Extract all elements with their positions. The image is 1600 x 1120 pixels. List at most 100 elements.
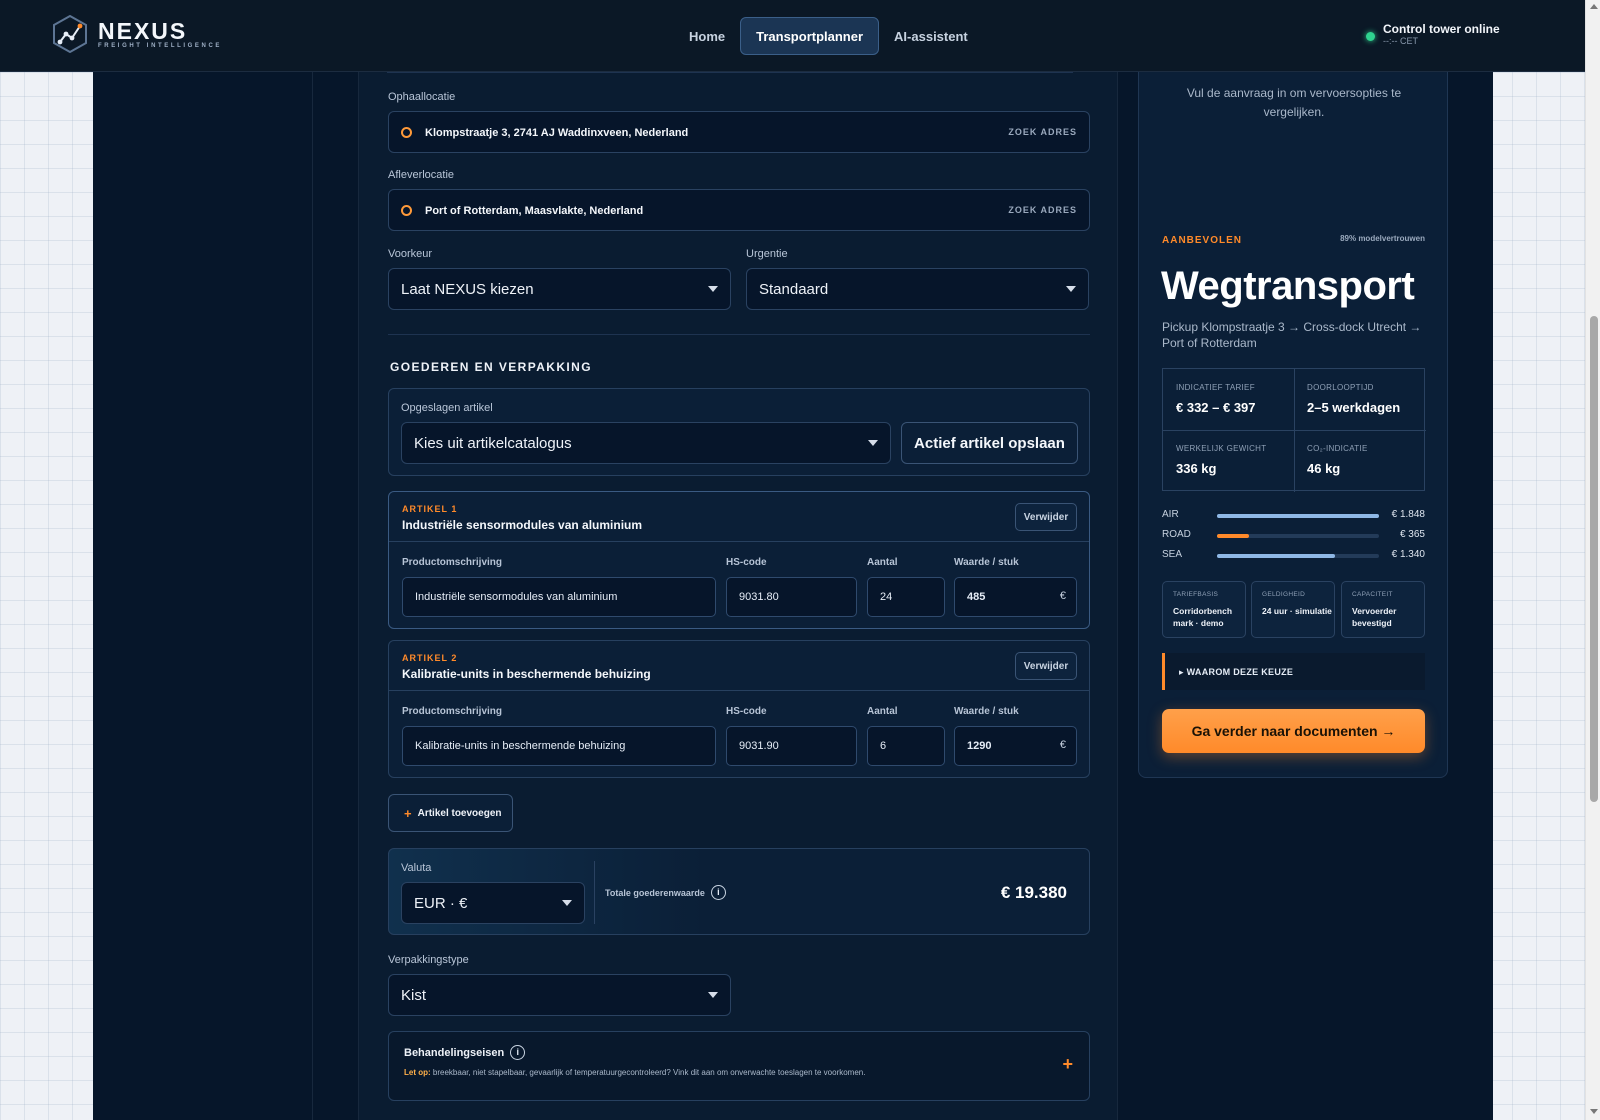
continue-to-documents-button[interactable]: Ga verder naar documenten → bbox=[1162, 709, 1425, 753]
pickup-address-value: Klompstraatje 3, 2741 AJ Waddinxveen, Ne… bbox=[425, 127, 689, 139]
scroll-up-icon[interactable] bbox=[1590, 4, 1598, 9]
status-title: Control tower online bbox=[1383, 22, 1500, 36]
hs-code-input[interactable]: 9031.90 bbox=[726, 726, 857, 766]
currency-suffix: € bbox=[1059, 739, 1066, 751]
quantity-column-label: Aantal bbox=[867, 557, 898, 568]
page-scrollbar[interactable] bbox=[1585, 0, 1600, 1120]
add-article-button[interactable]: + Artikel toevoegen bbox=[388, 794, 513, 832]
pickup-search-button[interactable]: ZOEK ADRES bbox=[1008, 127, 1077, 137]
scrollbar-thumb[interactable] bbox=[1590, 316, 1598, 802]
description-value: Kalibratie-units in beschermende behuizi… bbox=[415, 740, 626, 752]
pickup-address-field[interactable]: Klompstraatje 3, 2741 AJ Waddinxveen, Ne… bbox=[388, 111, 1090, 153]
stat-label: INDICATIEF TARIEF bbox=[1176, 383, 1255, 392]
mode-bar-value: € 365 bbox=[1399, 529, 1425, 540]
currency-label: Valuta bbox=[401, 862, 432, 874]
packaging-select[interactable]: Kist bbox=[388, 974, 731, 1016]
article-card-2: ARTIKEL 2 Kalibratie-units in beschermen… bbox=[388, 640, 1090, 778]
nav-ai-assistent[interactable]: AI-assistent bbox=[879, 17, 983, 55]
currency-select[interactable]: EUR · € bbox=[401, 882, 585, 924]
location-pin-icon bbox=[401, 127, 412, 138]
preference-label: Voorkeur bbox=[388, 248, 433, 260]
description-input[interactable]: Industriële sensormodules van aluminium bbox=[402, 577, 716, 617]
packaging-label: Verpakkingstype bbox=[388, 954, 469, 966]
article-title: Industriële sensormodules van aluminium bbox=[402, 518, 643, 532]
article-number: ARTIKEL 2 bbox=[402, 653, 458, 663]
total-goods-value: € 19.380 bbox=[1000, 883, 1067, 902]
description-column-label: Productomschrijving bbox=[402, 706, 503, 717]
status-dot-icon bbox=[1366, 32, 1375, 41]
mode-bar-fill bbox=[1217, 514, 1379, 518]
article-catalog-select[interactable]: Kies uit artikelcatalogus bbox=[401, 422, 891, 464]
info-icon[interactable]: i bbox=[710, 885, 726, 900]
article-header: ARTIKEL 2 Kalibratie-units in beschermen… bbox=[389, 641, 1089, 691]
status-clock: --:-- CET bbox=[1383, 36, 1418, 46]
description-value: Industriële sensormodules van aluminium bbox=[415, 591, 618, 603]
stat-value: 2–5 werkdagen bbox=[1307, 400, 1401, 415]
total-goods-value-label-group: Totale goederenwaarde i bbox=[605, 885, 726, 900]
unit-value-input[interactable]: 485 € bbox=[954, 577, 1077, 617]
urgency-value: Standaard bbox=[759, 281, 829, 298]
mini-value: Corridorbench mark · demo bbox=[1173, 606, 1233, 628]
mode-bar-road: ROAD € 365 bbox=[1162, 529, 1425, 543]
description-column-label: Productomschrijving bbox=[402, 557, 503, 568]
saved-article-panel: Opgeslagen artikel Kies uit artikelcatal… bbox=[388, 388, 1090, 476]
recommendation-intro: Vul de aanvraag in om vervoersopties te … bbox=[1186, 86, 1402, 119]
mode-bar-value: € 1.340 bbox=[1391, 549, 1425, 560]
expand-plus-icon[interactable]: + bbox=[1062, 1054, 1073, 1075]
mini-label: GELDIGHEID bbox=[1262, 591, 1306, 598]
stat-label: WERKELIJK GEWICHT bbox=[1176, 444, 1267, 453]
why-this-choice-toggle[interactable]: ▸ WAAROM DEZE KEUZE bbox=[1162, 653, 1425, 690]
chevron-down-icon bbox=[708, 992, 718, 998]
chevron-down-icon bbox=[868, 440, 878, 446]
control-tower-status: Control tower online --:-- CET bbox=[1366, 22, 1500, 46]
save-active-article-button[interactable]: Actief artikel opslaan bbox=[901, 422, 1078, 464]
goods-section-title: GOEDEREN EN VERPAKKING bbox=[390, 360, 592, 374]
recommendation-stats: INDICATIEF TARIEF € 332 – € 397 DOORLOOP… bbox=[1162, 368, 1426, 492]
form-top-divider bbox=[387, 72, 1073, 73]
quantity-value: 6 bbox=[880, 740, 887, 752]
stat-label: DOORLOOPTIJD bbox=[1307, 383, 1374, 392]
unit-value-value: 485 bbox=[967, 591, 986, 603]
info-icon[interactable]: i bbox=[510, 1045, 526, 1060]
preference-select[interactable]: Laat NEXUS kiezen bbox=[388, 268, 731, 310]
dropoff-label: Afleverlocatie bbox=[388, 169, 455, 181]
mode-bar-label: SEA bbox=[1162, 549, 1183, 560]
urgency-label: Urgentie bbox=[746, 248, 788, 260]
dropoff-search-button[interactable]: ZOEK ADRES bbox=[1008, 205, 1077, 215]
location-pin-icon bbox=[401, 205, 412, 216]
brand-name: NEXUS bbox=[98, 18, 188, 44]
unit-value-value: 1290 bbox=[967, 740, 992, 752]
recommended-mode: Wegtransport bbox=[1161, 264, 1415, 308]
recommendation-card: Vul de aanvraag in om vervoersopties te … bbox=[1138, 72, 1448, 778]
nav-home[interactable]: Home bbox=[674, 17, 740, 55]
handling-requirements-panel[interactable]: Behandelingseisen i Let op: breekbaar, n… bbox=[388, 1031, 1090, 1101]
nav-transportplanner[interactable]: Transportplanner bbox=[740, 17, 880, 55]
quantity-input[interactable]: 24 bbox=[867, 577, 945, 617]
quantity-value: 24 bbox=[880, 591, 893, 603]
brand-logo[interactable]: NEXUS FREIGHT INTELLIGENCE bbox=[52, 14, 222, 54]
quantity-input[interactable]: 6 bbox=[867, 726, 945, 766]
scroll-down-icon[interactable] bbox=[1590, 1109, 1598, 1114]
stat-rate: INDICATIEF TARIEF € 332 – € 397 bbox=[1163, 369, 1294, 430]
remove-article-button[interactable]: Verwijder bbox=[1015, 652, 1077, 680]
stat-lead-time: DOORLOOPTIJD 2–5 werkdagen bbox=[1294, 369, 1425, 430]
add-article-label: Artikel toevoegen bbox=[417, 807, 502, 819]
mode-bar-value: € 1.848 bbox=[1391, 509, 1425, 520]
recommended-route: Pickup Klompstraatje 3 → Cross-dock Utre… bbox=[1162, 320, 1422, 350]
unit-value-input[interactable]: 1290 € bbox=[954, 726, 1077, 766]
description-input[interactable]: Kalibratie-units in beschermende behuizi… bbox=[402, 726, 716, 766]
currency-suffix: € bbox=[1059, 590, 1066, 602]
mode-bar-fill bbox=[1217, 554, 1336, 558]
dropoff-address-field[interactable]: Port of Rotterdam, Maasvlakte, Nederland… bbox=[388, 189, 1090, 231]
remove-article-button[interactable]: Verwijder bbox=[1015, 503, 1077, 531]
mode-bar-fill bbox=[1217, 534, 1250, 538]
mini-value: 24 uur · simulatie bbox=[1262, 606, 1332, 616]
urgency-select[interactable]: Standaard bbox=[746, 268, 1089, 310]
preference-value: Laat NEXUS kiezen bbox=[401, 281, 534, 298]
hs-code-input[interactable]: 9031.80 bbox=[726, 577, 857, 617]
total-goods-value-label: Totale goederenwaarde bbox=[605, 887, 705, 898]
currency-value: EUR · € bbox=[414, 895, 468, 912]
hs-code-column-label: HS-code bbox=[726, 706, 767, 717]
mode-bar-sea: SEA € 1.340 bbox=[1162, 549, 1425, 563]
mini-label: CAPACITEIT bbox=[1352, 591, 1393, 598]
